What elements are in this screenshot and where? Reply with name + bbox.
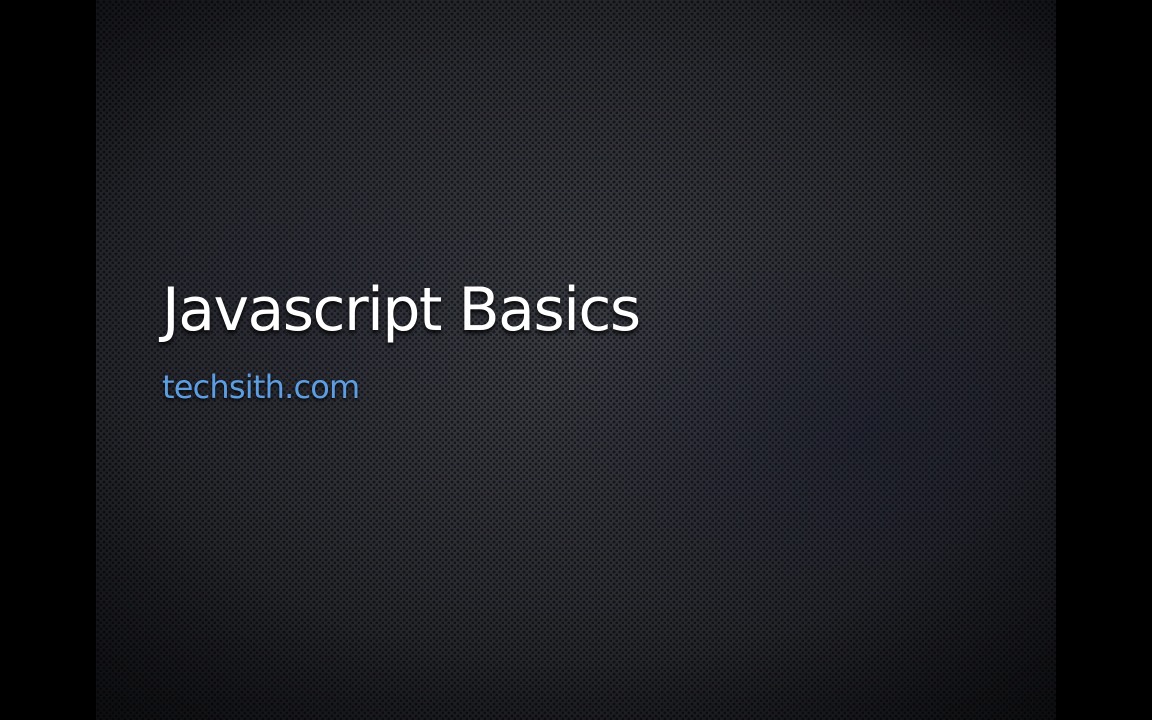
background-texture bbox=[96, 0, 1056, 720]
right-letterbox bbox=[1056, 0, 1152, 720]
slide-subtitle-link: techsith.com bbox=[162, 368, 360, 406]
presentation-slide: Javascript Basics techsith.com bbox=[96, 0, 1056, 720]
left-letterbox bbox=[0, 0, 96, 720]
slide-title: Javascript Basics bbox=[162, 275, 641, 345]
